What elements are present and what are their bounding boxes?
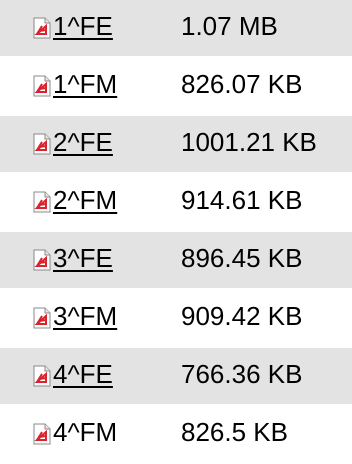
file-link[interactable]: 1^FE xyxy=(53,10,113,42)
file-size: 1001.21 KB xyxy=(181,127,317,157)
file-row: 1^FE 1.07 MB xyxy=(0,0,352,58)
file-row: 2^FE 1001.21 KB xyxy=(0,116,352,174)
file-size: 826.07 KB xyxy=(181,69,303,99)
file-link[interactable]: 2^FM xyxy=(53,184,117,216)
file-link[interactable]: 4^FM xyxy=(53,416,117,448)
pdf-icon xyxy=(33,249,51,271)
pdf-icon xyxy=(33,17,51,39)
pdf-icon xyxy=(33,75,51,97)
file-row: 3^FM 909.42 KB xyxy=(0,290,352,348)
file-link[interactable]: 2^FE xyxy=(53,126,113,158)
pdf-icon xyxy=(33,365,51,387)
file-size: 826.5 KB xyxy=(181,417,288,447)
file-row: 4^FE 766.36 KB xyxy=(0,348,352,406)
file-row: 3^FE 896.45 KB xyxy=(0,232,352,290)
file-link[interactable]: 3^FM xyxy=(53,300,117,332)
pdf-icon xyxy=(33,133,51,155)
pdf-icon xyxy=(33,423,51,445)
file-row: 1^FM 826.07 KB xyxy=(0,58,352,116)
file-link[interactable]: 4^FE xyxy=(53,358,113,390)
file-size: 896.45 KB xyxy=(181,243,303,273)
file-size: 766.36 KB xyxy=(181,359,303,389)
pdf-icon xyxy=(33,307,51,329)
file-list: 1^FE 1.07 MB 1^FM 826.07 KB 2^FE 1001.21… xyxy=(0,0,352,464)
file-link[interactable]: 3^FE xyxy=(53,242,113,274)
file-size: 1.07 MB xyxy=(181,11,278,41)
file-row: 4^FM 826.5 KB xyxy=(0,406,352,464)
file-size: 914.61 KB xyxy=(181,185,303,215)
file-row: 2^FM 914.61 KB xyxy=(0,174,352,232)
pdf-icon xyxy=(33,191,51,213)
file-link[interactable]: 1^FM xyxy=(53,68,117,100)
file-size: 909.42 KB xyxy=(181,301,303,331)
